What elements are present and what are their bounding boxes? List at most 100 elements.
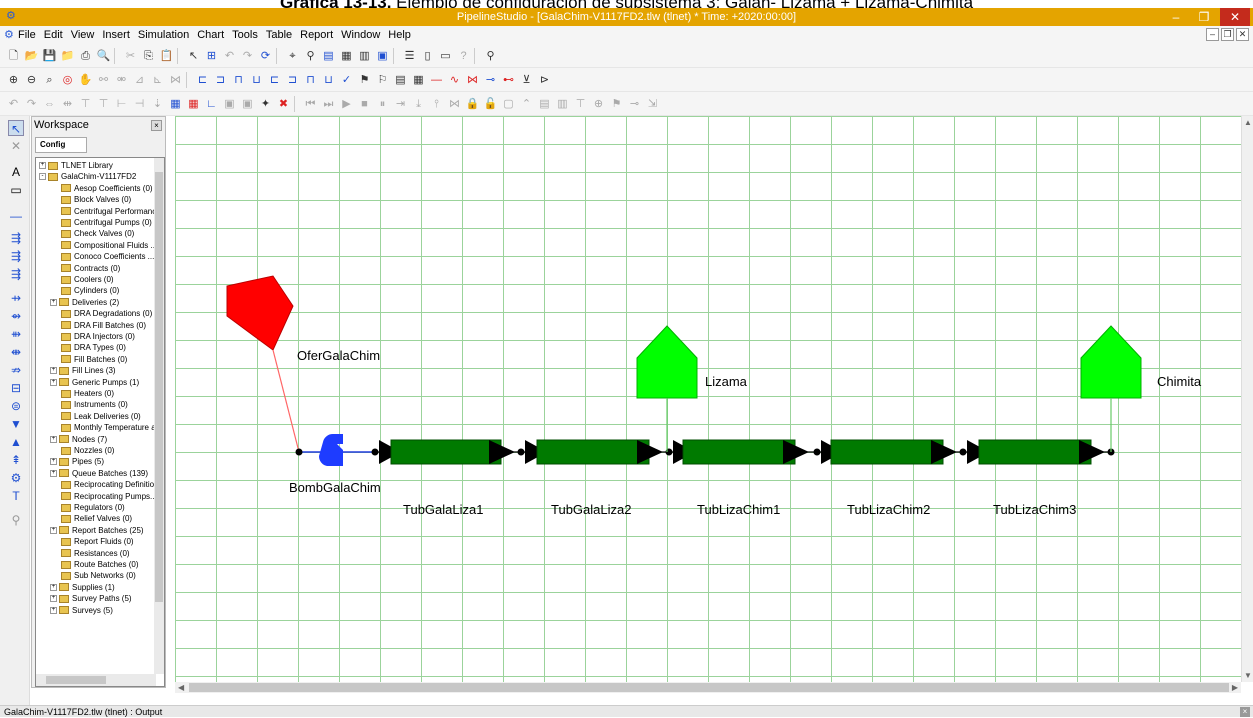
document-icon[interactable]: ⚙ [4, 28, 14, 41]
undo-move-icon[interactable]: ↶ [6, 96, 21, 112]
pipe-tool-icon[interactable]: ⇸ [8, 290, 24, 306]
doc-icon[interactable]: ▢ [501, 96, 516, 112]
flow-icon[interactable]: ⇣ [150, 96, 165, 112]
tree-item[interactable]: + Deliveries (2) [50, 297, 119, 308]
doc-close-icon[interactable]: ✕ [1236, 28, 1249, 41]
arrow-left-icon[interactable]: ⊢ [114, 96, 129, 112]
refresh-icon[interactable]: ⟳ [258, 48, 273, 64]
tree-item[interactable]: + Generic Pumps (1) [50, 377, 139, 388]
node-icon[interactable]: ⊤ [78, 96, 93, 112]
compressor-icon[interactable]: ⊸ [483, 72, 498, 88]
heater-tool-icon[interactable]: ⇏ [8, 362, 24, 378]
menu-chart[interactable]: Chart [197, 28, 224, 42]
tree-item[interactable]: Instruments (0) [50, 399, 128, 410]
collapse-icon[interactable]: - [39, 173, 46, 181]
menu-tools[interactable]: Tools [232, 28, 258, 42]
filter-icon[interactable]: ⊤ [573, 96, 588, 112]
redo-icon[interactable]: ↷ [240, 48, 255, 64]
scroll-right-icon[interactable]: ▶ [1232, 683, 1238, 692]
delete-tool-icon[interactable]: ✕ [8, 138, 24, 154]
mark-icon[interactable]: ⚐ [375, 72, 390, 88]
tree-item[interactable]: + Fill Lines (3) [50, 365, 116, 376]
tree-item[interactable]: Monthly Temperature ar [50, 422, 158, 433]
table-view-icon[interactable]: ▥ [555, 96, 570, 112]
pipe-tool-7-icon[interactable]: ⊓ [303, 72, 318, 88]
scroll-down-icon[interactable]: ▼ [1244, 671, 1252, 680]
doc-restore-icon[interactable]: ❐ [1221, 28, 1234, 41]
tree-horizontal-scrollbar[interactable] [36, 674, 156, 686]
help-icon[interactable]: ? [456, 48, 471, 64]
injector-tool-icon[interactable]: ⇞ [8, 452, 24, 468]
regulator-tool-icon[interactable]: ⊟ [8, 380, 24, 396]
split-icon[interactable]: ⋈ [447, 96, 462, 112]
expand-icon[interactable]: + [50, 378, 57, 386]
tree-item[interactable]: Cylinders (0) [50, 285, 119, 296]
validate-icon[interactable]: ⚑ [357, 72, 372, 88]
tree-item[interactable]: - GalaChim-V1117FD2 [39, 171, 136, 182]
disconnect-icon[interactable]: ⚮ [114, 72, 129, 88]
search-icon[interactable]: ⚲ [483, 48, 498, 64]
tree-item[interactable]: Fill Batches (0) [50, 354, 127, 365]
link-icon[interactable]: ⊸ [627, 96, 642, 112]
pipe-tub-gala-liza2[interactable] [525, 439, 663, 465]
tree-item[interactable]: + Report Batches (25) [50, 525, 144, 536]
valve-icon[interactable]: ⋈ [465, 72, 480, 88]
window-icon[interactable]: ▣ [375, 48, 390, 64]
tree-hscroll-thumb[interactable] [46, 676, 106, 684]
expand-icon[interactable]: + [50, 606, 57, 614]
expand-icon[interactable]: + [50, 298, 57, 306]
expand-icon[interactable]: ⇹ [60, 96, 75, 112]
tile-vertical-icon[interactable]: ▯ [420, 48, 435, 64]
pan-icon[interactable]: ✋ [78, 72, 93, 88]
tree-item[interactable]: Compositional Fluids ... [50, 240, 157, 251]
tree-item[interactable]: Centrifugal Performance [50, 206, 161, 217]
pipe-tub-liza-chim3[interactable] [967, 439, 1105, 465]
tab-config[interactable]: Config [35, 137, 87, 153]
delivery-tool-icon[interactable]: ⊳ [537, 72, 552, 88]
tree-item[interactable]: Conoco Coefficients ... [50, 251, 154, 262]
center-icon[interactable]: ⇔ [42, 96, 57, 112]
expand-icon[interactable]: + [50, 435, 57, 443]
menu-report[interactable]: Report [300, 28, 333, 42]
expand-icon[interactable]: + [50, 595, 57, 603]
find-icon[interactable]: ⌖ [285, 48, 300, 64]
tree-item[interactable]: DRA Fill Batches (0) [50, 320, 146, 331]
tree-item[interactable]: Resistances (0) [50, 548, 130, 559]
hscroll-thumb[interactable] [189, 683, 1229, 692]
cooler-tool-icon[interactable]: ⚙ [8, 470, 24, 486]
tree-item[interactable]: Relief Valves (0) [50, 513, 132, 524]
pipe-tool-6-icon[interactable]: ⊐ [285, 72, 300, 88]
supply-icon[interactable] [226, 275, 294, 351]
tree-item[interactable]: DRA Types (0) [50, 342, 126, 353]
node-tool-icon[interactable]: ⇶ [8, 266, 24, 282]
tree-scroll-thumb[interactable] [155, 172, 163, 602]
cut-icon[interactable]: ✂ [123, 48, 138, 64]
rectangle-tool-icon[interactable]: ▭ [8, 182, 24, 198]
chart-icon[interactable]: ▣ [222, 96, 237, 112]
junction-node[interactable] [517, 448, 525, 456]
pointer-icon[interactable]: ↖ [186, 48, 201, 64]
save-icon[interactable]: 💾 [42, 48, 57, 64]
expand-icon[interactable]: + [50, 583, 57, 591]
chart-2-icon[interactable]: ▣ [240, 96, 255, 112]
tree-item[interactable]: + Queue Batches (139) [50, 468, 148, 479]
pipe-tub-liza-chim2[interactable] [821, 439, 957, 465]
tree-item[interactable]: + TLNET Library [39, 160, 113, 171]
junction-node[interactable] [813, 448, 821, 456]
merge-icon[interactable]: ⊕ [591, 96, 606, 112]
line-icon[interactable]: — [429, 72, 444, 88]
down-tool-icon[interactable]: ▼ [8, 416, 24, 432]
resistance-tool-icon[interactable]: ⊜ [8, 398, 24, 414]
tree-item[interactable]: Nozzles (0) [50, 445, 114, 456]
zoom-in-icon[interactable]: ⊕ [6, 72, 21, 88]
redo-move-icon[interactable]: ↷ [24, 96, 39, 112]
pump-tool-icon[interactable]: ⊷ [501, 72, 516, 88]
pipe-tool-5-icon[interactable]: ⊏ [267, 72, 282, 88]
new-file-icon[interactable]: 🗋 [6, 48, 21, 64]
tree-item[interactable]: Regulators (0) [50, 502, 125, 513]
zoom-fit-icon[interactable]: ◎ [60, 72, 75, 88]
tree-item[interactable]: Report Fluids (0) [50, 536, 134, 547]
expand-icon[interactable]: + [50, 367, 57, 375]
tree-item[interactable]: + Nodes (7) [50, 434, 107, 445]
canvas-horizontal-scrollbar[interactable]: ◀ ▶ [175, 682, 1241, 693]
